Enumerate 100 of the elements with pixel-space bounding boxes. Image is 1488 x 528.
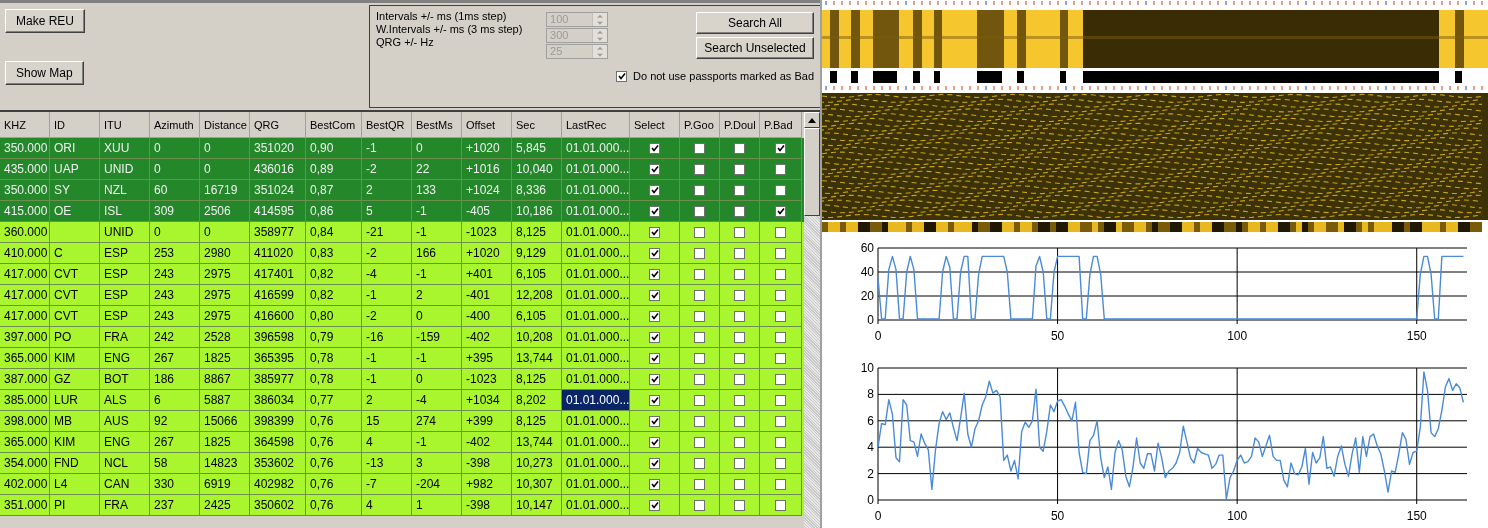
table-row[interactable]: 417.000 CVT ESP 243 2975 416599 0,82 -1 2 -401 12,208 01.01.000... <box>0 285 804 306</box>
checkbox[interactable] <box>694 415 705 427</box>
checkbox[interactable] <box>694 310 705 322</box>
checkbox[interactable] <box>775 289 786 301</box>
table-row[interactable]: 365.000 KIM ENG 267 1825 365395 0,78 -1 -1 +395 13,744 01.01.000... <box>0 348 804 369</box>
checkbox[interactable] <box>649 205 660 217</box>
toolbar-button[interactable]: Make REU <box>5 9 85 33</box>
checkbox[interactable] <box>775 457 786 469</box>
table-row[interactable]: 365.000 KIM ENG 267 1825 364598 0,76 4 -1 -402 13,744 01.01.000... <box>0 432 804 453</box>
table-row[interactable]: 360.000 UNID 0 0 358977 0,84 -21 -1 -1023 8,125 01.01.000... <box>0 222 804 243</box>
checkbox[interactable] <box>649 373 660 385</box>
checkbox[interactable] <box>775 226 786 238</box>
checkbox[interactable] <box>734 247 745 259</box>
checkbox[interactable] <box>694 331 705 343</box>
checkbox[interactable] <box>694 352 705 364</box>
checkbox[interactable] <box>694 142 705 154</box>
checkbox[interactable] <box>734 184 745 196</box>
checkbox[interactable] <box>649 499 660 511</box>
column-header[interactable]: KHZ <box>0 112 50 138</box>
table-row[interactable]: 350.000 ORI XUU 0 0 351020 0,90 -1 0 +1020 5,845 01.01.000... <box>0 138 804 159</box>
checkbox[interactable] <box>694 394 705 406</box>
scrollbar-thumb[interactable] <box>804 128 820 216</box>
checkbox[interactable] <box>694 289 705 301</box>
checkbox[interactable] <box>734 205 745 217</box>
checkbox[interactable] <box>649 478 660 490</box>
toolbar-button[interactable]: Show Map <box>5 61 84 85</box>
checkbox[interactable] <box>734 331 745 343</box>
checkbox[interactable] <box>694 226 705 238</box>
checkbox[interactable] <box>775 373 786 385</box>
table-row[interactable]: 410.000 C ESP 253 2980 411020 0,83 -2 166 +1020 9,129 01.01.000... <box>0 243 804 264</box>
checkbox[interactable] <box>734 478 745 490</box>
checkbox[interactable] <box>734 289 745 301</box>
checkbox[interactable] <box>734 352 745 364</box>
checkbox[interactable] <box>694 457 705 469</box>
checkbox[interactable] <box>775 247 786 259</box>
column-header[interactable]: P.Doul <box>720 112 760 138</box>
checkbox[interactable] <box>649 142 660 154</box>
column-header[interactable]: P.Bad <box>760 112 802 138</box>
checkbox[interactable] <box>649 289 660 301</box>
column-header[interactable]: P.Goo <box>680 112 720 138</box>
checkbox[interactable] <box>694 205 705 217</box>
table-row[interactable]: 417.000 CVT ESP 243 2975 416600 0,80 -2 0 -400 6,105 01.01.000... <box>0 306 804 327</box>
column-header[interactable]: Select <box>630 112 680 138</box>
checkbox[interactable] <box>734 268 745 280</box>
checkbox[interactable] <box>734 142 745 154</box>
checkbox[interactable] <box>734 373 745 385</box>
checkbox[interactable] <box>649 226 660 238</box>
checkbox[interactable] <box>694 247 705 259</box>
checkbox[interactable] <box>649 310 660 322</box>
checkbox[interactable] <box>734 163 745 175</box>
checkbox[interactable] <box>649 163 660 175</box>
checkbox[interactable] <box>775 268 786 280</box>
column-header[interactable]: BestQR <box>362 112 412 138</box>
table-row[interactable]: 398.000 MB AUS 92 15066 398399 0,76 15 274 +399 8,125 01.01.000... <box>0 411 804 432</box>
checkbox[interactable] <box>694 163 705 175</box>
checkbox[interactable] <box>649 247 660 259</box>
scroll-up-button[interactable] <box>804 112 820 128</box>
checkbox[interactable] <box>649 331 660 343</box>
checkbox[interactable] <box>734 457 745 469</box>
checkbox[interactable] <box>649 184 660 196</box>
checkbox[interactable] <box>734 499 745 511</box>
column-header[interactable]: Sec <box>512 112 562 138</box>
checkbox[interactable] <box>694 478 705 490</box>
search-button[interactable]: Search Unselected <box>696 37 814 59</box>
checkbox[interactable] <box>775 499 786 511</box>
checkbox[interactable] <box>694 499 705 511</box>
checkbox[interactable] <box>694 373 705 385</box>
checkbox[interactable] <box>734 394 745 406</box>
column-header[interactable]: ITU <box>100 112 150 138</box>
checkbox[interactable] <box>775 394 786 406</box>
checkbox[interactable] <box>649 436 660 448</box>
checkbox[interactable] <box>694 268 705 280</box>
table-row[interactable]: 435.000 UAP UNID 0 0 436016 0,89 -2 22 +1016 10,040 01.01.000... <box>0 159 804 180</box>
column-header[interactable]: Offset <box>462 112 512 138</box>
column-header[interactable]: BestMs <box>412 112 462 138</box>
checkbox[interactable] <box>775 142 786 154</box>
column-header[interactable]: LastRec <box>562 112 630 138</box>
column-header[interactable]: ID <box>50 112 100 138</box>
table-row[interactable]: 415.000 OE ISL 309 2506 414595 0,86 5 -1 -405 10,186 01.01.000... <box>0 201 804 222</box>
checkbox[interactable] <box>649 268 660 280</box>
checkbox[interactable] <box>775 415 786 427</box>
table-row[interactable]: 402.000 L4 CAN 330 6919 402982 0,76 -7 -204 +982 10,307 01.01.000... <box>0 474 804 495</box>
table-row[interactable]: 417.000 CVT ESP 243 2975 417401 0,82 -4 -1 +401 6,105 01.01.000... <box>0 264 804 285</box>
checkbox[interactable] <box>694 436 705 448</box>
checkbox[interactable] <box>734 226 745 238</box>
checkbox[interactable] <box>775 205 786 217</box>
checkbox[interactable] <box>775 436 786 448</box>
table-row[interactable]: 387.000 GZ BOT 186 8867 385977 0,78 -1 0 -1023 8,125 01.01.000... <box>0 369 804 390</box>
checkbox[interactable] <box>734 310 745 322</box>
checkbox[interactable] <box>734 436 745 448</box>
column-header[interactable]: BestCom <box>306 112 362 138</box>
column-header[interactable]: QRG <box>250 112 306 138</box>
checkbox[interactable] <box>775 310 786 322</box>
checkbox[interactable] <box>775 184 786 196</box>
checkbox[interactable] <box>649 415 660 427</box>
checkbox[interactable] <box>649 394 660 406</box>
table-row[interactable]: 354.000 FND NCL 58 14823 353602 0,76 -13 3 -398 10,273 01.01.000... <box>0 453 804 474</box>
checkbox[interactable] <box>734 415 745 427</box>
checkbox[interactable] <box>775 478 786 490</box>
checkbox[interactable] <box>775 331 786 343</box>
